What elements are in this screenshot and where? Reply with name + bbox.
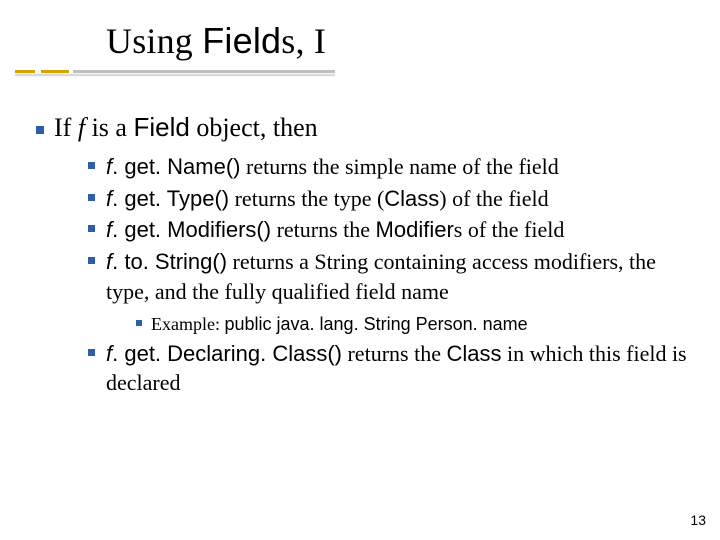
title-pre: Using — [106, 21, 202, 61]
method-list: f. get. Name() returns the simple name o… — [88, 152, 688, 400]
intro-pre: If — [54, 113, 78, 142]
list-item: f. to. String() returns a String contain… — [88, 247, 688, 337]
item-text: returns the simple name of the field — [241, 154, 559, 179]
bullet-icon — [136, 320, 142, 326]
item-call: . get. Type() — [112, 186, 229, 211]
intro-code: Field — [133, 112, 189, 142]
list-item: f. get. Type() returns the type (Class) … — [88, 184, 688, 214]
slide: Using Fields, I If f is a Field object, … — [0, 0, 720, 540]
example-code: public java. lang. String Person. name — [224, 314, 527, 334]
bullet-icon — [88, 225, 95, 232]
title-underline-icon — [15, 70, 335, 73]
item-call: . get. Declaring. Class() — [112, 341, 342, 366]
item-call: . to. String() — [112, 249, 227, 274]
bullet-icon — [36, 126, 44, 134]
intro-line: If f is a Field object, then — [36, 112, 676, 143]
item-call: . get. Modifiers() — [112, 217, 271, 242]
item-text-pre: returns the — [342, 341, 446, 366]
example-list: Example: public java. lang. String Perso… — [136, 312, 688, 336]
page-number: 13 — [690, 512, 706, 528]
bullet-icon — [88, 162, 95, 169]
item-code-in: Class — [446, 341, 501, 366]
item-text-post: s of the field — [454, 217, 565, 242]
intro-mid: is a — [85, 113, 133, 142]
item-code-in: Class — [384, 186, 439, 211]
intro-post: object, then — [190, 113, 318, 142]
item-text-pre: returns the — [271, 217, 375, 242]
example-label: Example: — [151, 314, 224, 334]
bullet-icon — [88, 349, 95, 356]
slide-title: Using Fields, I — [106, 20, 326, 62]
bullet-icon — [88, 194, 95, 201]
list-item: f. get. Name() returns the simple name o… — [88, 152, 688, 182]
list-item: f. get. Modifiers() returns the Modifier… — [88, 215, 688, 245]
bullet-icon — [88, 257, 95, 264]
title-post: s, I — [281, 21, 326, 61]
title-code: Field — [202, 20, 281, 61]
item-call: . get. Name() — [112, 154, 240, 179]
example-item: Example: public java. lang. String Perso… — [136, 312, 688, 336]
list-item: f. get. Declaring. Class() returns the C… — [88, 339, 688, 398]
intro-var: f — [78, 113, 85, 142]
item-code-in: Modifier — [376, 217, 454, 242]
item-text-pre: returns the type ( — [229, 186, 384, 211]
item-text-post: ) of the field — [439, 186, 548, 211]
